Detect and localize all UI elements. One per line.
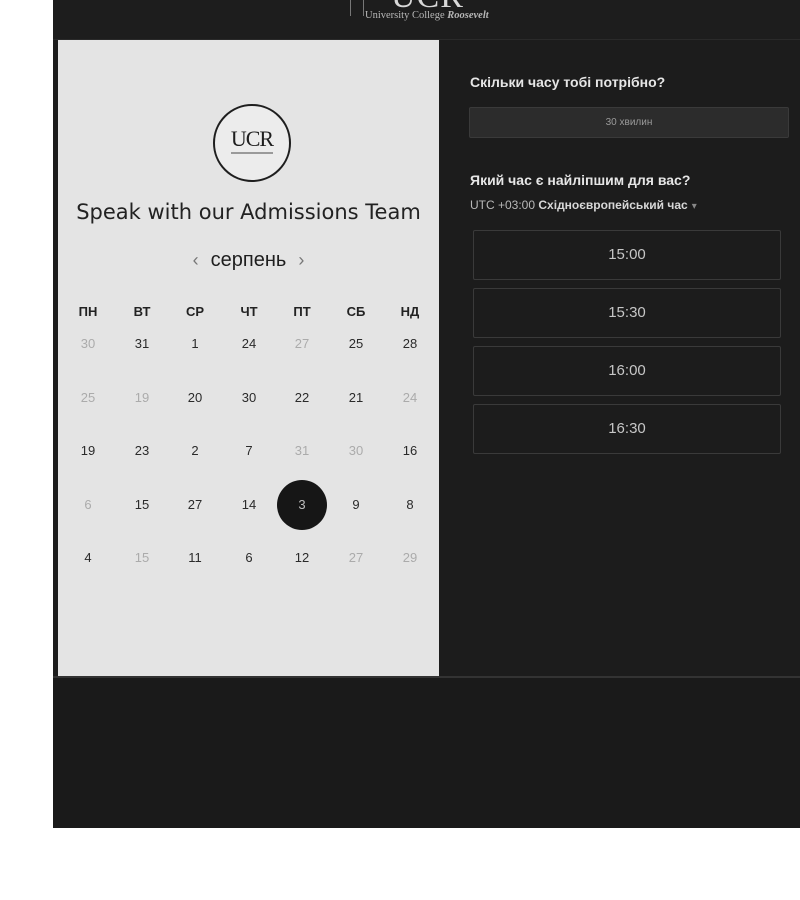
calendar-day[interactable]: 23 xyxy=(122,441,162,461)
calendar-day: 27 xyxy=(348,550,364,565)
calendar-day: 31 xyxy=(294,443,310,458)
calendar-day[interactable]: 24 xyxy=(229,334,269,354)
calendar-day[interactable]: 30 xyxy=(229,388,269,408)
time-slot-button[interactable]: 15:00 xyxy=(473,230,781,280)
timezone-name: Східноєвропейський час xyxy=(538,198,688,212)
calendar-day[interactable]: 4 xyxy=(68,548,108,568)
footer-area xyxy=(53,676,800,828)
calendar-day[interactable]: 2 xyxy=(175,441,215,461)
selected-day[interactable]: 3 xyxy=(277,480,327,530)
calendar-day[interactable]: 16 xyxy=(390,441,430,461)
time-slot-button[interactable]: 15:30 xyxy=(473,288,781,338)
calendar-day[interactable]: 28 xyxy=(390,334,430,354)
day-grid: 30 31 1 24 27 25 28 25 19 20 30 22 21 24 19 23 2 7 31 30 16 6… xyxy=(58,40,439,676)
calendar-day: 30 xyxy=(348,443,364,458)
logo-subtitle-prefix: University College xyxy=(365,10,448,21)
calendar-day[interactable]: 21 xyxy=(336,388,376,408)
calendar-day[interactable]: 8 xyxy=(390,495,430,515)
calendar-day[interactable]: 12 xyxy=(282,548,322,568)
calendar-day[interactable]: 22 xyxy=(282,388,322,408)
calendar-day: 19 xyxy=(134,390,150,405)
logo-subtitle: University College Roosevelt xyxy=(365,10,489,21)
timezone-offset: UTC +03:00 xyxy=(470,198,536,212)
calendar-day[interactable]: 6 xyxy=(229,548,269,568)
calendar-day[interactable]: 19 xyxy=(68,441,108,461)
chevron-down-icon: ▾ xyxy=(691,201,697,212)
duration-heading: Скільки часу тобі потрібно? xyxy=(470,74,666,90)
calendar-day[interactable]: 11 xyxy=(175,548,215,568)
calendar-day: 29 xyxy=(402,550,418,565)
duration-select[interactable]: 30 хвилин xyxy=(469,107,789,138)
header-bar: UCR University College Roosevelt xyxy=(53,0,800,40)
time-slot-button[interactable]: 16:30 xyxy=(473,404,781,454)
calendar-day[interactable]: 15 xyxy=(122,495,162,515)
logo-subtitle-italic: Roosevelt xyxy=(447,10,489,21)
calendar-day[interactable]: 9 xyxy=(336,495,376,515)
calendar-day: 24 xyxy=(402,390,418,405)
calendar-day[interactable]: 31 xyxy=(122,334,162,354)
calendar-day: 30 xyxy=(80,336,96,351)
ucr-logo: UCR University College Roosevelt xyxy=(345,0,545,26)
calendar-day[interactable]: 20 xyxy=(175,388,215,408)
calendar-day: 15 xyxy=(134,550,150,565)
time-heading: Який час є найліпшим для вас? xyxy=(470,172,691,188)
time-slot-button[interactable]: 16:00 xyxy=(473,346,781,396)
calendar-day[interactable]: 7 xyxy=(229,441,269,461)
calendar-day: 6 xyxy=(84,497,92,512)
timezone-select[interactable]: UTC +03:00 Східноєвропейський час ▾ xyxy=(470,198,697,212)
calendar-day: 27 xyxy=(294,336,310,351)
booking-app: UCR University College Roosevelt UCR Spe… xyxy=(53,0,800,828)
calendar-panel: UCR Speak with our Admissions Team ‹ сер… xyxy=(58,40,439,676)
calendar-day[interactable]: 1 xyxy=(175,334,215,354)
calendar-day[interactable]: 25 xyxy=(336,334,376,354)
calendar-day[interactable]: 14 xyxy=(229,495,269,515)
calendar-day[interactable]: 27 xyxy=(175,495,215,515)
calendar-day: 25 xyxy=(80,390,96,405)
logo-ornament-icon xyxy=(350,0,364,16)
